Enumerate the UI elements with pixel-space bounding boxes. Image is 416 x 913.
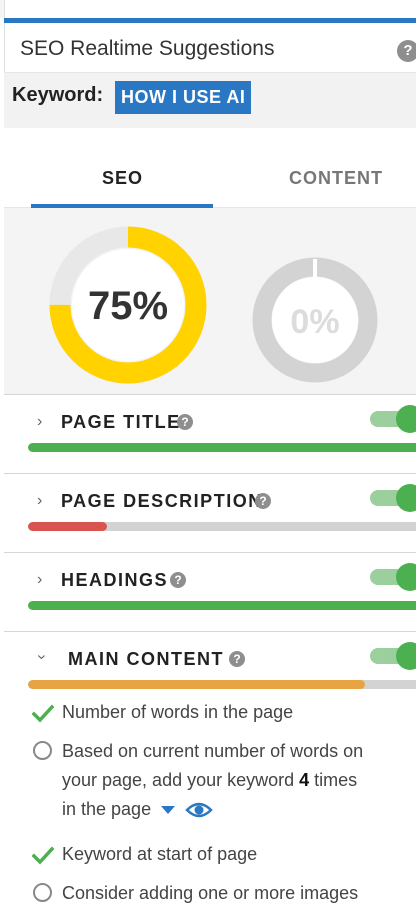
eye-icon[interactable]	[185, 801, 213, 819]
panel-header: SEO Realtime Suggestions ?	[4, 23, 416, 73]
chevron-right-icon[interactable]: ›	[37, 413, 42, 431]
list-item: Keyword at start of page	[32, 840, 416, 870]
panel-title: SEO Realtime Suggestions	[20, 37, 275, 60]
help-icon[interactable]: ?	[255, 493, 271, 509]
item-line: your page, add your keyword 4 times	[62, 766, 416, 795]
item-text-pre: your page, add your keyword	[62, 770, 300, 790]
seo-score-text: 75%	[88, 284, 168, 328]
help-icon[interactable]: ?	[177, 414, 193, 430]
section-progress	[28, 522, 416, 531]
list-item: Consider adding one or more images	[32, 879, 416, 909]
item-text: Based on current number of words on your…	[62, 737, 416, 824]
section-title: MAIN CONTENT	[68, 649, 224, 669]
section-page-title[interactable]: › PAGE TITLE ?	[4, 394, 416, 473]
content-score-text: 0%	[290, 303, 339, 341]
section-toggle[interactable]	[370, 405, 416, 433]
content-score-gauge: 0%	[252, 257, 378, 383]
tab-content[interactable]: CONTENT	[289, 168, 383, 189]
section-progress-fill	[28, 443, 416, 452]
list-item: Based on current number of words on your…	[32, 737, 416, 827]
keyword-count: 4	[299, 770, 310, 790]
keyword-badge[interactable]: HOW I USE AI	[115, 81, 252, 114]
tab-bar: SEO CONTENT	[4, 128, 416, 208]
keyword-row: Keyword: HOW I USE AI	[4, 73, 416, 128]
section-toggle[interactable]	[370, 563, 416, 591]
section-progress-fill	[28, 601, 416, 610]
chevron-right-icon[interactable]: ›	[37, 571, 42, 589]
caret-down-icon[interactable]	[161, 806, 176, 815]
section-title: HEADINGS	[61, 570, 169, 590]
score-gauges: 75% 0%	[4, 208, 416, 394]
item-text-tail: in the page	[62, 799, 152, 819]
checkmark-icon	[32, 704, 54, 723]
section-progress-fill	[28, 680, 365, 689]
seo-score-gauge: 75%	[49, 226, 207, 384]
help-icon[interactable]: ?	[170, 572, 186, 588]
item-text-post: times	[309, 770, 358, 790]
section-progress	[28, 601, 416, 610]
section-title: PAGE TITLE	[61, 412, 181, 432]
help-icon[interactable]: ?	[229, 651, 245, 667]
section-page-description[interactable]: › PAGE DESCRIPTION ?	[4, 473, 416, 552]
section-headings[interactable]: › HEADINGS ?	[4, 552, 416, 631]
section-main-content[interactable]: ‹ MAIN CONTENT ? Number of words in the …	[4, 631, 416, 913]
item-text: Consider adding one or more images	[62, 883, 359, 903]
help-icon[interactable]: ?	[397, 40, 416, 62]
item-line: Based on current number of words on	[62, 741, 364, 761]
keyword-label: Keyword:	[12, 84, 104, 106]
item-text: Number of words in the page	[62, 702, 294, 722]
section-toggle[interactable]	[370, 642, 416, 670]
section-progress	[28, 443, 416, 452]
checkmark-icon	[32, 846, 54, 865]
chevron-right-icon[interactable]: ›	[37, 492, 42, 510]
item-text: Keyword at start of page	[62, 844, 258, 864]
radio-circle-icon[interactable]	[33, 741, 52, 760]
section-progress-fill	[28, 522, 108, 531]
tab-seo[interactable]: SEO	[102, 168, 143, 189]
list-item: Number of words in the page	[32, 698, 416, 728]
radio-circle-icon[interactable]	[33, 883, 52, 902]
chevron-down-icon[interactable]: ‹	[33, 654, 51, 659]
item-line: in the page	[62, 795, 416, 824]
section-toggle[interactable]	[370, 484, 416, 512]
section-title: PAGE DESCRIPTION	[61, 491, 263, 511]
section-progress	[28, 680, 416, 689]
